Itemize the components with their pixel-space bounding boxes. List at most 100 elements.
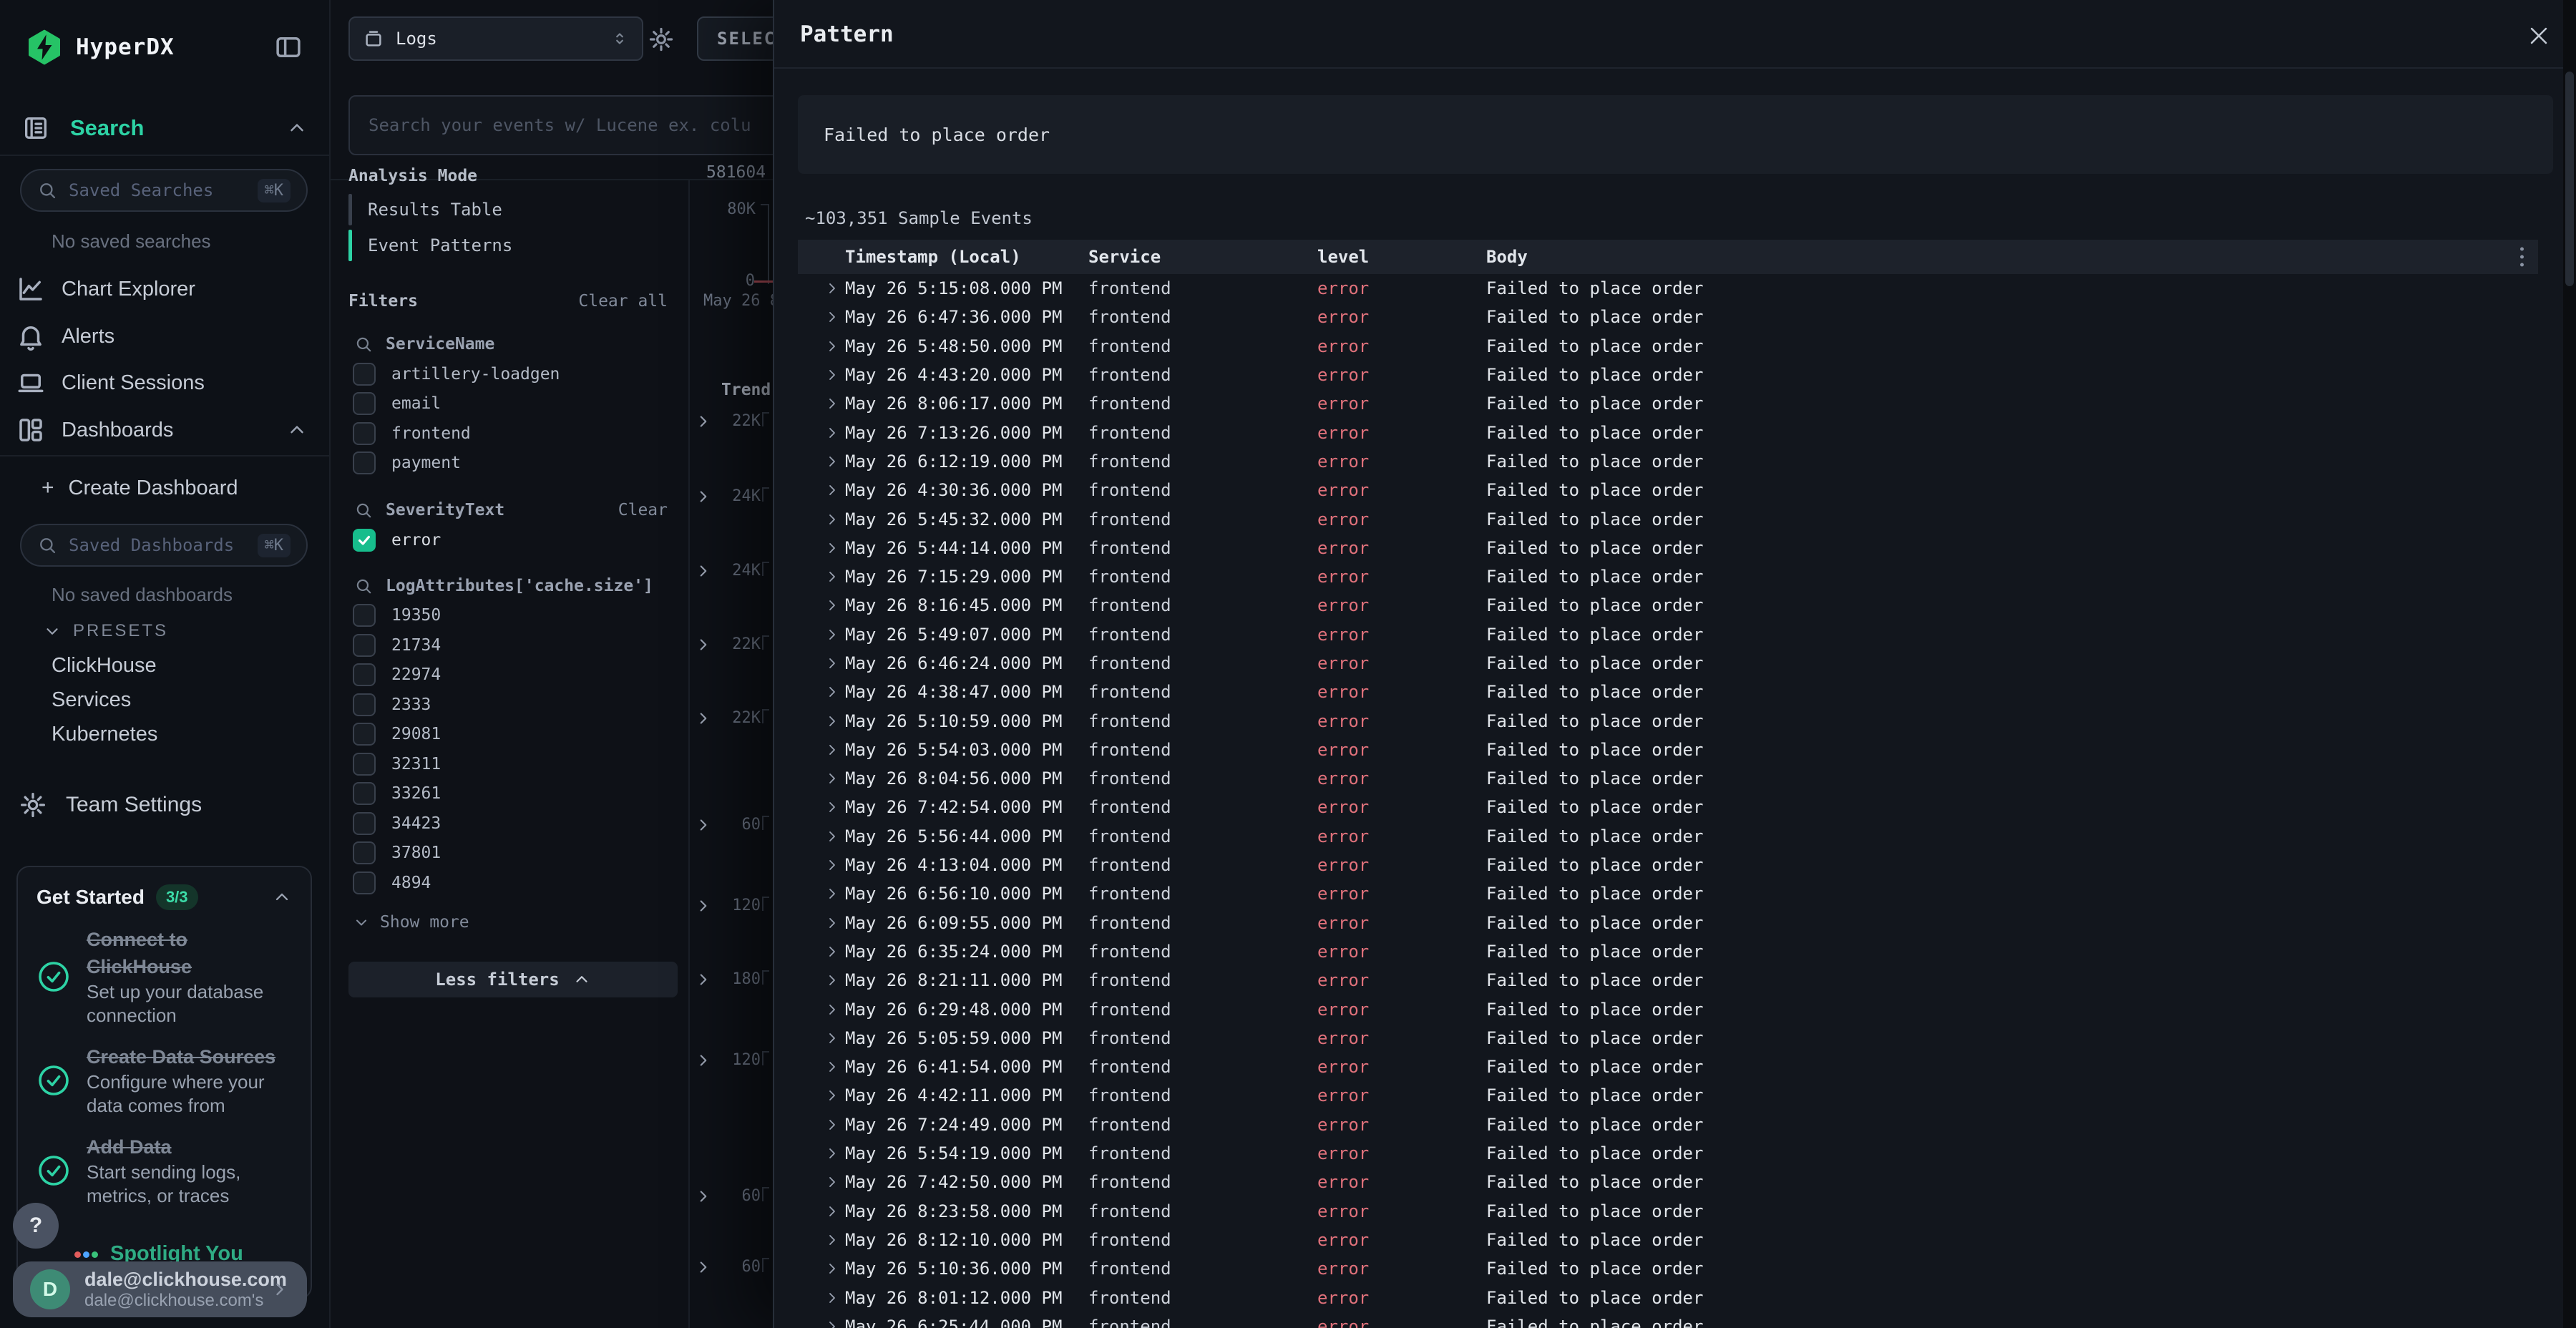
event-row[interactable]: May 26 4:42:11.000 PM frontend error Fai…: [798, 1081, 2538, 1110]
pattern-row-fragment[interactable]: 60: [688, 1252, 773, 1281]
row-expand-chevron-icon[interactable]: [824, 856, 845, 874]
pattern-row-fragment[interactable]: 22K: [688, 630, 773, 658]
checkbox-unchecked[interactable]: [353, 841, 376, 864]
sidebar-item-team-settings[interactable]: Team Settings: [0, 786, 329, 824]
row-expand-chevron-icon[interactable]: [824, 597, 845, 614]
checkbox-unchecked[interactable]: [353, 451, 376, 474]
event-row[interactable]: May 26 5:10:36.000 PM frontend error Fai…: [798, 1254, 2538, 1283]
event-row[interactable]: May 26 6:12:19.000 PM frontend error Fai…: [798, 447, 2538, 476]
row-expand-chevron-icon[interactable]: [694, 816, 713, 834]
sidebar-item-alerts[interactable]: Alerts: [0, 316, 329, 357]
column-header-service[interactable]: Service: [1088, 247, 1317, 267]
checkbox-unchecked[interactable]: [353, 634, 376, 657]
row-expand-chevron-icon[interactable]: [694, 897, 713, 915]
row-expand-chevron-icon[interactable]: [824, 338, 845, 355]
event-row[interactable]: May 26 5:15:08.000 PM frontend error Fai…: [798, 274, 2538, 303]
row-expand-chevron-icon[interactable]: [694, 412, 713, 431]
row-expand-chevron-icon[interactable]: [824, 683, 845, 700]
source-settings-gear-icon[interactable]: [648, 26, 675, 53]
pattern-row-fragment[interactable]: 22K: [688, 406, 773, 435]
row-expand-chevron-icon[interactable]: [824, 885, 845, 902]
event-row[interactable]: May 26 8:01:12.000 PM frontend error Fai…: [798, 1283, 2538, 1312]
row-expand-chevron-icon[interactable]: [824, 1231, 845, 1249]
row-expand-chevron-icon[interactable]: [694, 562, 713, 580]
row-expand-chevron-icon[interactable]: [824, 1001, 845, 1018]
row-expand-chevron-icon[interactable]: [824, 540, 845, 557]
event-row[interactable]: May 26 8:12:10.000 PM frontend error Fai…: [798, 1226, 2538, 1254]
event-row[interactable]: May 26 6:46:24.000 PM frontend error Fai…: [798, 649, 2538, 678]
clear-all-filters-link[interactable]: Clear all: [578, 292, 678, 311]
event-row[interactable]: May 26 5:44:14.000 PM frontend error Fai…: [798, 534, 2538, 562]
pattern-row-fragment[interactable]: 60: [688, 1181, 773, 1210]
filter-option-error[interactable]: error: [348, 525, 678, 555]
filter-option[interactable]: 22974: [348, 660, 678, 690]
row-expand-chevron-icon[interactable]: [824, 626, 845, 643]
row-expand-chevron-icon[interactable]: [824, 1318, 845, 1328]
checkbox-unchecked[interactable]: [353, 363, 376, 386]
checkbox-unchecked[interactable]: [353, 392, 376, 415]
row-expand-chevron-icon[interactable]: [824, 280, 845, 297]
pattern-row-fragment[interactable]: 180: [688, 965, 773, 993]
filter-option[interactable]: 32311: [348, 749, 678, 779]
create-dashboard-button[interactable]: + Create Dashboard: [0, 469, 329, 507]
row-expand-chevron-icon[interactable]: [824, 713, 845, 730]
row-expand-chevron-icon[interactable]: [694, 709, 713, 728]
row-expand-chevron-icon[interactable]: [824, 366, 845, 384]
event-row[interactable]: May 26 4:43:20.000 PM frontend error Fai…: [798, 361, 2538, 389]
event-row[interactable]: May 26 5:10:59.000 PM frontend error Fai…: [798, 706, 2538, 735]
analysis-option-results-table[interactable]: Results Table: [348, 193, 678, 226]
event-row[interactable]: May 26 7:42:50.000 PM frontend error Fai…: [798, 1168, 2538, 1196]
saved-searches-input[interactable]: Saved Searches ⌘K: [20, 169, 308, 212]
row-expand-chevron-icon[interactable]: [694, 970, 713, 989]
filter-option[interactable]: 2333: [348, 690, 678, 720]
checkbox-unchecked[interactable]: [353, 422, 376, 445]
filter-option[interactable]: payment: [348, 449, 678, 479]
checkbox-unchecked[interactable]: [353, 872, 376, 894]
row-expand-chevron-icon[interactable]: [694, 487, 713, 506]
get-started-item[interactable]: Add Data Start sending logs, metrics, or…: [36, 1133, 292, 1208]
pattern-row-fragment[interactable]: 24K: [688, 482, 773, 510]
filter-option[interactable]: 33261: [348, 779, 678, 809]
saved-dashboards-input[interactable]: Saved Dashboards ⌘K: [20, 524, 308, 567]
filter-option[interactable]: 29081: [348, 720, 678, 750]
source-select[interactable]: Logs: [348, 16, 643, 61]
row-expand-chevron-icon[interactable]: [824, 1203, 845, 1220]
checkbox-unchecked[interactable]: [353, 723, 376, 746]
column-header-level[interactable]: level: [1317, 247, 1486, 267]
user-menu[interactable]: D dale@clickhouse.com dale@clickhouse.co…: [13, 1261, 307, 1317]
event-row[interactable]: May 26 5:05:59.000 PM frontend error Fai…: [798, 1024, 2538, 1053]
row-expand-chevron-icon[interactable]: [824, 914, 845, 932]
row-expand-chevron-icon[interactable]: [824, 741, 845, 758]
column-header-timestamp[interactable]: Timestamp (Local): [845, 247, 1088, 267]
row-expand-chevron-icon[interactable]: [694, 1258, 713, 1276]
event-row[interactable]: May 26 5:54:19.000 PM frontend error Fai…: [798, 1139, 2538, 1168]
less-filters-button[interactable]: Less filters: [348, 962, 678, 997]
pattern-row-fragment[interactable]: 120: [688, 1045, 773, 1074]
filter-option[interactable]: frontend: [348, 419, 678, 449]
row-expand-chevron-icon[interactable]: [824, 568, 845, 585]
row-expand-chevron-icon[interactable]: [824, 511, 845, 528]
row-expand-chevron-icon[interactable]: [694, 1051, 713, 1070]
row-expand-chevron-icon[interactable]: [824, 395, 845, 412]
filter-option[interactable]: 4894: [348, 868, 678, 898]
event-row[interactable]: May 26 6:35:24.000 PM frontend error Fai…: [798, 937, 2538, 966]
event-row[interactable]: May 26 5:54:03.000 PM frontend error Fai…: [798, 736, 2538, 764]
row-expand-chevron-icon[interactable]: [824, 972, 845, 989]
filter-option[interactable]: 21734: [348, 630, 678, 660]
sidebar-item-search[interactable]: Search: [0, 107, 329, 149]
pattern-row-fragment[interactable]: 22K: [688, 703, 773, 732]
row-expand-chevron-icon[interactable]: [694, 635, 713, 654]
row-expand-chevron-icon[interactable]: [824, 799, 845, 816]
get-started-header[interactable]: Get Started 3/3: [36, 884, 292, 910]
row-expand-chevron-icon[interactable]: [824, 770, 845, 787]
checkbox-unchecked[interactable]: [353, 782, 376, 805]
filter-group-severitytext[interactable]: SeverityText Clear: [348, 495, 678, 525]
filter-option[interactable]: 37801: [348, 839, 678, 869]
event-row[interactable]: May 26 4:30:36.000 PM frontend error Fai…: [798, 476, 2538, 504]
event-row[interactable]: May 26 7:42:54.000 PM frontend error Fai…: [798, 793, 2538, 821]
get-started-item[interactable]: Create Data Sources Configure where your…: [36, 1043, 292, 1118]
preset-item[interactable]: Kubernetes: [52, 717, 329, 751]
analysis-option-event-patterns[interactable]: Event Patterns: [348, 229, 678, 262]
filter-group-servicename[interactable]: ServiceName: [348, 329, 678, 359]
filter-option[interactable]: artillery-loadgen: [348, 359, 678, 389]
